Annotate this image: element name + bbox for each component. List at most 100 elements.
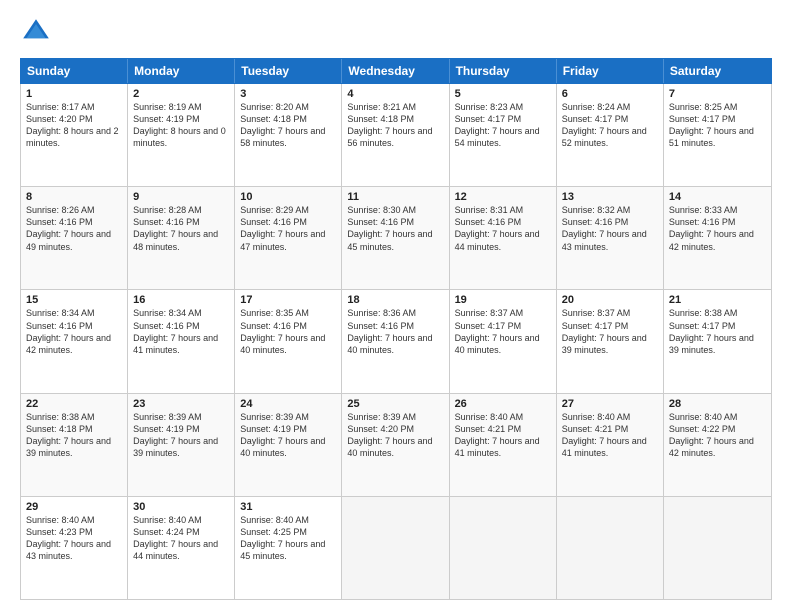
day-info: Sunrise: 8:40 AMSunset: 4:22 PMDaylight:… (669, 412, 754, 458)
day-cell-1: 1 Sunrise: 8:17 AMSunset: 4:20 PMDayligh… (21, 84, 128, 186)
day-number: 26 (455, 398, 551, 410)
day-number: 17 (240, 294, 336, 306)
day-info: Sunrise: 8:38 AMSunset: 4:17 PMDaylight:… (669, 308, 754, 354)
page: SundayMondayTuesdayWednesdayThursdayFrid… (0, 0, 792, 612)
day-number: 3 (240, 88, 336, 100)
day-cell-9: 9 Sunrise: 8:28 AMSunset: 4:16 PMDayligh… (128, 187, 235, 289)
day-number: 1 (26, 88, 122, 100)
empty-cell (664, 497, 771, 599)
day-cell-30: 30 Sunrise: 8:40 AMSunset: 4:24 PMDaylig… (128, 497, 235, 599)
day-number: 29 (26, 501, 122, 513)
header-day-tuesday: Tuesday (235, 59, 342, 83)
calendar-week-5: 29 Sunrise: 8:40 AMSunset: 4:23 PMDaylig… (21, 497, 771, 599)
day-info: Sunrise: 8:20 AMSunset: 4:18 PMDaylight:… (240, 102, 325, 148)
day-cell-4: 4 Sunrise: 8:21 AMSunset: 4:18 PMDayligh… (342, 84, 449, 186)
calendar-week-2: 8 Sunrise: 8:26 AMSunset: 4:16 PMDayligh… (21, 187, 771, 290)
day-info: Sunrise: 8:36 AMSunset: 4:16 PMDaylight:… (347, 308, 432, 354)
calendar-week-3: 15 Sunrise: 8:34 AMSunset: 4:16 PMDaylig… (21, 290, 771, 393)
day-number: 2 (133, 88, 229, 100)
day-number: 30 (133, 501, 229, 513)
day-info: Sunrise: 8:23 AMSunset: 4:17 PMDaylight:… (455, 102, 540, 148)
empty-cell (450, 497, 557, 599)
header-day-thursday: Thursday (450, 59, 557, 83)
day-number: 18 (347, 294, 443, 306)
day-info: Sunrise: 8:19 AMSunset: 4:19 PMDaylight:… (133, 102, 226, 148)
day-cell-18: 18 Sunrise: 8:36 AMSunset: 4:16 PMDaylig… (342, 290, 449, 392)
day-info: Sunrise: 8:26 AMSunset: 4:16 PMDaylight:… (26, 205, 111, 251)
day-number: 25 (347, 398, 443, 410)
day-number: 14 (669, 191, 766, 203)
header (20, 16, 772, 48)
day-number: 16 (133, 294, 229, 306)
day-number: 4 (347, 88, 443, 100)
day-info: Sunrise: 8:39 AMSunset: 4:20 PMDaylight:… (347, 412, 432, 458)
day-cell-23: 23 Sunrise: 8:39 AMSunset: 4:19 PMDaylig… (128, 394, 235, 496)
day-info: Sunrise: 8:17 AMSunset: 4:20 PMDaylight:… (26, 102, 119, 148)
day-info: Sunrise: 8:40 AMSunset: 4:21 PMDaylight:… (455, 412, 540, 458)
day-info: Sunrise: 8:37 AMSunset: 4:17 PMDaylight:… (455, 308, 540, 354)
day-number: 10 (240, 191, 336, 203)
day-number: 11 (347, 191, 443, 203)
day-number: 22 (26, 398, 122, 410)
day-number: 27 (562, 398, 658, 410)
day-cell-6: 6 Sunrise: 8:24 AMSunset: 4:17 PMDayligh… (557, 84, 664, 186)
day-number: 28 (669, 398, 766, 410)
day-info: Sunrise: 8:34 AMSunset: 4:16 PMDaylight:… (133, 308, 218, 354)
day-info: Sunrise: 8:32 AMSunset: 4:16 PMDaylight:… (562, 205, 647, 251)
day-number: 5 (455, 88, 551, 100)
day-number: 23 (133, 398, 229, 410)
day-info: Sunrise: 8:39 AMSunset: 4:19 PMDaylight:… (240, 412, 325, 458)
day-number: 20 (562, 294, 658, 306)
day-cell-31: 31 Sunrise: 8:40 AMSunset: 4:25 PMDaylig… (235, 497, 342, 599)
day-info: Sunrise: 8:25 AMSunset: 4:17 PMDaylight:… (669, 102, 754, 148)
header-day-wednesday: Wednesday (342, 59, 449, 83)
day-cell-11: 11 Sunrise: 8:30 AMSunset: 4:16 PMDaylig… (342, 187, 449, 289)
day-number: 21 (669, 294, 766, 306)
day-cell-25: 25 Sunrise: 8:39 AMSunset: 4:20 PMDaylig… (342, 394, 449, 496)
day-info: Sunrise: 8:35 AMSunset: 4:16 PMDaylight:… (240, 308, 325, 354)
day-info: Sunrise: 8:37 AMSunset: 4:17 PMDaylight:… (562, 308, 647, 354)
day-cell-2: 2 Sunrise: 8:19 AMSunset: 4:19 PMDayligh… (128, 84, 235, 186)
day-cell-16: 16 Sunrise: 8:34 AMSunset: 4:16 PMDaylig… (128, 290, 235, 392)
calendar-week-4: 22 Sunrise: 8:38 AMSunset: 4:18 PMDaylig… (21, 394, 771, 497)
header-day-monday: Monday (128, 59, 235, 83)
day-cell-24: 24 Sunrise: 8:39 AMSunset: 4:19 PMDaylig… (235, 394, 342, 496)
header-day-saturday: Saturday (664, 59, 771, 83)
empty-cell (342, 497, 449, 599)
day-cell-28: 28 Sunrise: 8:40 AMSunset: 4:22 PMDaylig… (664, 394, 771, 496)
day-info: Sunrise: 8:33 AMSunset: 4:16 PMDaylight:… (669, 205, 754, 251)
day-info: Sunrise: 8:24 AMSunset: 4:17 PMDaylight:… (562, 102, 647, 148)
day-cell-20: 20 Sunrise: 8:37 AMSunset: 4:17 PMDaylig… (557, 290, 664, 392)
day-cell-10: 10 Sunrise: 8:29 AMSunset: 4:16 PMDaylig… (235, 187, 342, 289)
header-day-friday: Friday (557, 59, 664, 83)
day-cell-26: 26 Sunrise: 8:40 AMSunset: 4:21 PMDaylig… (450, 394, 557, 496)
day-cell-21: 21 Sunrise: 8:38 AMSunset: 4:17 PMDaylig… (664, 290, 771, 392)
day-cell-5: 5 Sunrise: 8:23 AMSunset: 4:17 PMDayligh… (450, 84, 557, 186)
day-cell-19: 19 Sunrise: 8:37 AMSunset: 4:17 PMDaylig… (450, 290, 557, 392)
calendar-body: 1 Sunrise: 8:17 AMSunset: 4:20 PMDayligh… (20, 84, 772, 600)
day-info: Sunrise: 8:34 AMSunset: 4:16 PMDaylight:… (26, 308, 111, 354)
day-info: Sunrise: 8:28 AMSunset: 4:16 PMDaylight:… (133, 205, 218, 251)
day-number: 12 (455, 191, 551, 203)
calendar: SundayMondayTuesdayWednesdayThursdayFrid… (20, 58, 772, 600)
day-cell-27: 27 Sunrise: 8:40 AMSunset: 4:21 PMDaylig… (557, 394, 664, 496)
day-info: Sunrise: 8:38 AMSunset: 4:18 PMDaylight:… (26, 412, 111, 458)
day-cell-7: 7 Sunrise: 8:25 AMSunset: 4:17 PMDayligh… (664, 84, 771, 186)
day-cell-13: 13 Sunrise: 8:32 AMSunset: 4:16 PMDaylig… (557, 187, 664, 289)
calendar-header: SundayMondayTuesdayWednesdayThursdayFrid… (20, 58, 772, 84)
day-number: 6 (562, 88, 658, 100)
day-info: Sunrise: 8:30 AMSunset: 4:16 PMDaylight:… (347, 205, 432, 251)
day-number: 19 (455, 294, 551, 306)
calendar-week-1: 1 Sunrise: 8:17 AMSunset: 4:20 PMDayligh… (21, 84, 771, 187)
day-number: 15 (26, 294, 122, 306)
day-cell-3: 3 Sunrise: 8:20 AMSunset: 4:18 PMDayligh… (235, 84, 342, 186)
day-info: Sunrise: 8:39 AMSunset: 4:19 PMDaylight:… (133, 412, 218, 458)
day-info: Sunrise: 8:29 AMSunset: 4:16 PMDaylight:… (240, 205, 325, 251)
day-info: Sunrise: 8:40 AMSunset: 4:25 PMDaylight:… (240, 515, 325, 561)
logo-icon (20, 16, 52, 48)
day-cell-15: 15 Sunrise: 8:34 AMSunset: 4:16 PMDaylig… (21, 290, 128, 392)
day-number: 9 (133, 191, 229, 203)
day-cell-22: 22 Sunrise: 8:38 AMSunset: 4:18 PMDaylig… (21, 394, 128, 496)
day-cell-29: 29 Sunrise: 8:40 AMSunset: 4:23 PMDaylig… (21, 497, 128, 599)
header-day-sunday: Sunday (21, 59, 128, 83)
